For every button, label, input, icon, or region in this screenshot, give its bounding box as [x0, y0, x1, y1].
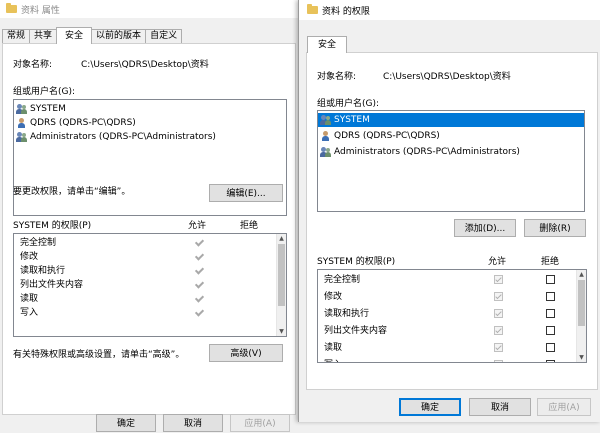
apply-button[interactable]: 应用(A) — [230, 414, 290, 432]
permission-row: 写入 — [14, 306, 286, 320]
tab-previous-versions[interactable]: 以前的版本 — [91, 29, 147, 43]
allow-check-icon — [194, 308, 203, 317]
advanced-button[interactable]: 高级(V) — [209, 344, 283, 362]
properties-tabs: 常规 共享 安全 以前的版本 自定义 — [2, 27, 183, 44]
user-icon — [16, 117, 28, 129]
permissions-scrollbar[interactable]: ▲ ▼ — [576, 270, 586, 362]
allow-checkbox[interactable] — [494, 275, 503, 284]
allow-checkbox[interactable] — [494, 343, 503, 352]
deny-header: 拒绝 — [240, 221, 259, 231]
edit-hint: 要更改权限，请单击“编辑”。 — [13, 187, 131, 197]
scroll-up-icon[interactable]: ▲ — [577, 270, 586, 279]
permissions-label: SYSTEM 的权限(P) — [13, 221, 92, 231]
list-item-qdrs[interactable]: QDRS (QDRS-PC\QDRS) — [318, 129, 584, 143]
cancel-button[interactable]: 取消 — [469, 398, 531, 416]
list-item-system[interactable]: SYSTEM — [318, 113, 584, 127]
scroll-down-icon[interactable]: ▼ — [277, 327, 286, 336]
properties-titlebar: 资料 属性 — [0, 0, 300, 18]
object-name-value: C:\Users\QDRS\Desktop\资料 — [81, 60, 209, 70]
allow-check-icon — [194, 294, 203, 303]
permission-row: 读取 — [318, 341, 586, 358]
user-group-icon — [16, 103, 28, 115]
deny-checkbox[interactable] — [546, 309, 555, 318]
apply-button[interactable]: 应用(A) — [537, 398, 591, 416]
permission-row: 完全控制 — [14, 236, 286, 250]
allow-checkbox[interactable] — [494, 292, 503, 301]
scroll-up-icon[interactable]: ▲ — [277, 234, 286, 243]
allow-header: 允许 — [188, 221, 207, 231]
permissions-scrollbar[interactable]: ▲ ▼ — [276, 234, 286, 336]
user-group-icon — [16, 131, 28, 143]
list-item-system[interactable]: SYSTEM — [14, 102, 286, 116]
tab-general[interactable]: 常规 — [2, 29, 31, 43]
permissions-list: 完全控制 修改 读取和执行 列出文件夹内容 读取 写入 ▲ ▼ — [13, 233, 287, 337]
properties-dialog: 资料 属性 常规 共享 安全 以前的版本 自定义 对象名称: C:\Users\… — [0, 0, 300, 432]
allow-check-icon — [194, 280, 203, 289]
allow-checkbox[interactable] — [494, 309, 503, 318]
object-name-label: 对象名称: — [13, 60, 53, 70]
allow-checkbox[interactable] — [494, 360, 503, 362]
folder-icon — [307, 4, 318, 14]
users-list: SYSTEM QDRS (QDRS-PC\QDRS) Administrator… — [317, 110, 585, 212]
allow-checkbox[interactable] — [494, 326, 503, 335]
edit-button[interactable]: 编辑(E)... — [209, 184, 283, 202]
permission-row: 完全控制 — [318, 273, 586, 290]
ok-button[interactable]: 确定 — [399, 398, 461, 416]
permissions-list: 完全控制 修改 读取和执行 列出文件夹内容 读取 写入 ▲ ▼ — [317, 269, 587, 363]
deny-checkbox[interactable] — [546, 275, 555, 284]
folder-icon — [6, 3, 17, 13]
advanced-hint: 有关特殊权限或高级设置，请单击“高级”。 — [13, 350, 185, 360]
group-users-label: 组或用户名(G): — [317, 99, 380, 109]
remove-button[interactable]: 删除(R) — [524, 219, 586, 237]
scroll-thumb[interactable] — [278, 244, 285, 306]
permissions-title: 资料 的权限 — [322, 6, 370, 17]
permissions-panel: 对象名称: C:\Users\QDRS\Desktop\资料 组或用户名(G):… — [306, 52, 598, 390]
deny-header: 拒绝 — [541, 257, 560, 267]
permission-row: 列出文件夹内容 — [14, 278, 286, 292]
list-item-administrators[interactable]: Administrators (QDRS-PC\Administrators) — [318, 145, 584, 159]
permission-row: 读取和执行 — [318, 307, 586, 324]
permission-row: 读取 — [14, 292, 286, 306]
list-item-qdrs[interactable]: QDRS (QDRS-PC\QDRS) — [14, 116, 286, 130]
deny-checkbox[interactable] — [546, 326, 555, 335]
user-group-icon — [320, 114, 332, 126]
scroll-thumb[interactable] — [578, 280, 585, 326]
security-panel: 对象名称: C:\Users\QDRS\Desktop\资料 组或用户名(G):… — [2, 43, 296, 415]
ok-button[interactable]: 确定 — [96, 414, 156, 432]
allow-check-icon — [194, 266, 203, 275]
properties-title: 资料 属性 — [21, 5, 60, 16]
permission-row: 修改 — [318, 290, 586, 307]
allow-check-icon — [194, 238, 203, 247]
permissions-dialog: 资料 的权限 安全 对象名称: C:\Users\QDRS\Desktop\资料… — [298, 0, 600, 422]
permission-row: 修改 — [14, 250, 286, 264]
tab-security[interactable]: 安全 — [56, 27, 93, 44]
object-name-value: C:\Users\QDRS\Desktop\资料 — [383, 72, 511, 82]
tab-customize[interactable]: 自定义 — [145, 29, 183, 43]
allow-check-icon — [194, 252, 203, 261]
permissions-titlebar: 资料 的权限 — [299, 0, 600, 20]
user-group-icon — [320, 146, 332, 158]
deny-checkbox[interactable] — [546, 343, 555, 352]
group-users-label: 组或用户名(G): — [13, 87, 76, 97]
cancel-button[interactable]: 取消 — [163, 414, 223, 432]
scroll-down-icon[interactable]: ▼ — [577, 353, 586, 362]
permission-row: 读取和执行 — [14, 264, 286, 278]
permissions-label: SYSTEM 的权限(P) — [317, 257, 396, 267]
permission-row: 列出文件夹内容 — [318, 324, 586, 341]
permission-row: 写入 — [318, 358, 586, 362]
deny-checkbox[interactable] — [546, 360, 555, 362]
permissions-tabs: 安全 — [307, 36, 348, 53]
list-item-administrators[interactable]: Administrators (QDRS-PC\Administrators) — [14, 130, 286, 144]
deny-checkbox[interactable] — [546, 292, 555, 301]
add-button[interactable]: 添加(D)... — [454, 219, 516, 237]
user-icon — [320, 130, 332, 142]
object-name-label: 对象名称: — [317, 72, 357, 82]
allow-header: 允许 — [488, 257, 507, 267]
tab-security[interactable]: 安全 — [307, 36, 348, 53]
tab-sharing[interactable]: 共享 — [29, 29, 58, 43]
